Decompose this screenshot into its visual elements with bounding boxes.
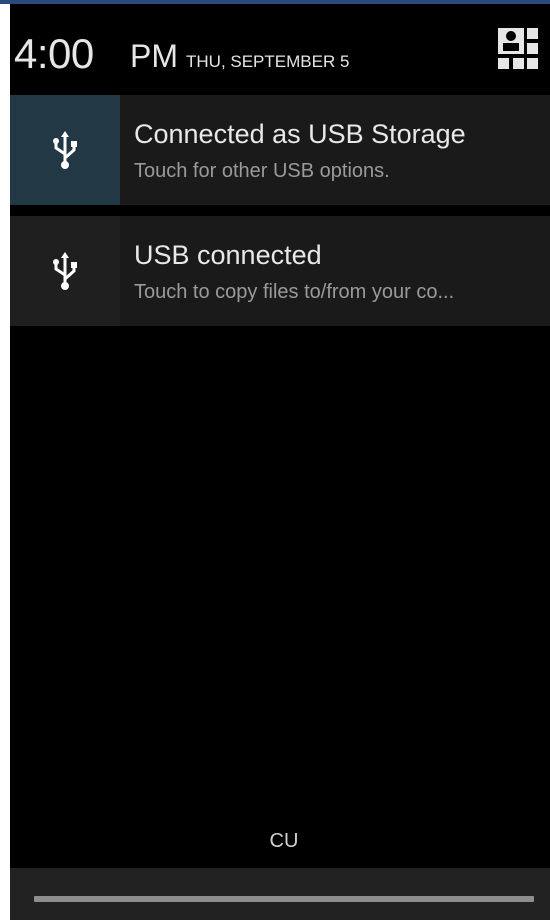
notification-title: Connected as USB Storage — [134, 119, 466, 149]
notification-usb-connected[interactable]: USB connected Touch to copy files to/fro… — [10, 216, 550, 326]
notification-subtitle: Touch to copy files to/from your co... — [134, 281, 455, 303]
notification-subtitle: Touch for other USB options. — [134, 160, 390, 182]
quick-settings-button[interactable] — [496, 26, 540, 72]
clock-time: 4:00 — [14, 30, 94, 77]
usb-icon — [53, 131, 77, 169]
carrier-label: CU — [269, 830, 299, 852]
shade-bottom-bar[interactable] — [10, 868, 550, 920]
usb-icon — [53, 252, 77, 290]
quick-settings-icon — [498, 28, 538, 69]
notification-title: USB connected — [134, 240, 322, 270]
clock-ampm: PM — [130, 38, 178, 74]
notification-icon-box — [10, 95, 120, 205]
notification-usb-storage[interactable]: Connected as USB Storage Touch for other… — [10, 95, 550, 205]
drag-handle[interactable] — [34, 896, 534, 902]
notification-icon-box — [10, 216, 120, 326]
notification-shade: 4:00 PM THU, SEPTEMBER 5 Connected as US… — [10, 4, 550, 920]
status-header: 4:00 PM THU, SEPTEMBER 5 — [10, 4, 550, 94]
date-label: THU, SEPTEMBER 5 — [186, 52, 350, 71]
